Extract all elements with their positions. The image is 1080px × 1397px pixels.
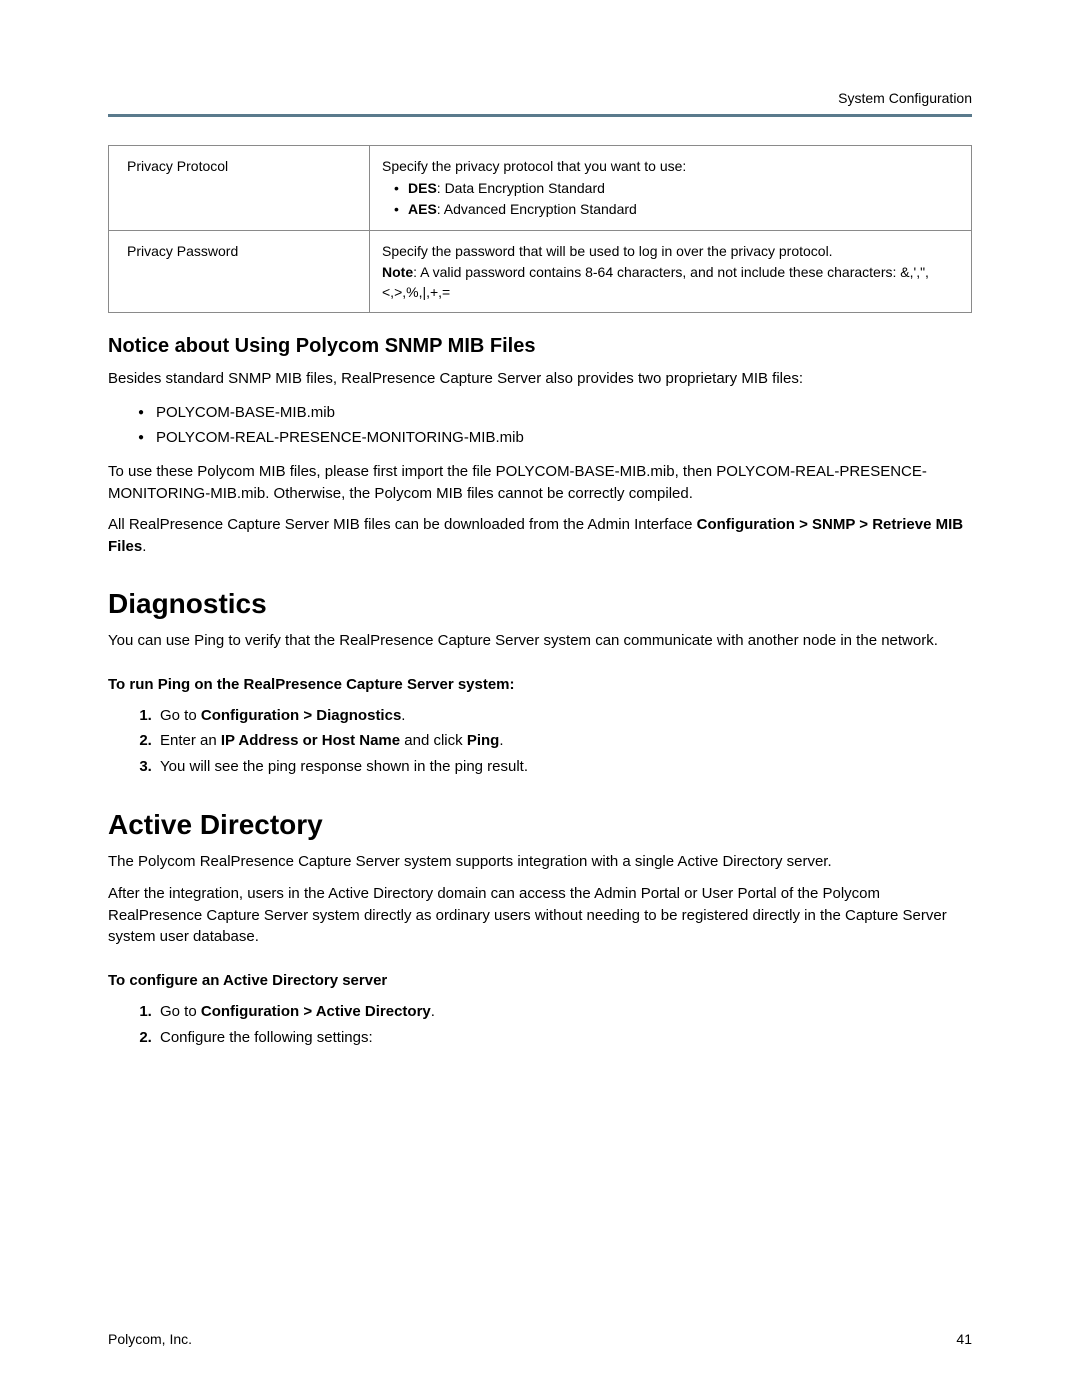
param-desc: Specify the password that will be used t…: [370, 231, 972, 313]
bullet-rest: : Advanced Encryption Standard: [437, 201, 637, 217]
header-rule: [108, 114, 972, 117]
diagnostics-heading: Diagnostics: [108, 588, 972, 620]
param-line: Specify the password that will be used t…: [382, 243, 833, 259]
footer-page-number: 41: [956, 1331, 972, 1347]
list-item: Configure the following settings:: [156, 1025, 972, 1051]
ad-steps: Go to Configuration > Active Directory. …: [108, 999, 972, 1050]
nav-path: Configuration > Diagnostics: [201, 707, 401, 724]
text: All RealPresence Capture Server MIB file…: [108, 516, 697, 533]
text: .: [499, 732, 503, 749]
footer-company: Polycom, Inc.: [108, 1331, 192, 1347]
ad-intro: The Polycom RealPresence Capture Server …: [108, 851, 972, 873]
list-item: POLYCOM-REAL-PRESENCE-MONITORING-MIB.mib: [156, 425, 972, 451]
note-bold: Note: [382, 264, 413, 280]
parameter-table: Privacy Protocol Specify the privacy pro…: [108, 145, 972, 313]
text: and click: [400, 732, 467, 749]
param-label: Privacy Protocol: [109, 146, 370, 231]
diagnostics-intro: You can use Ping to verify that the Real…: [108, 630, 972, 652]
bullet-bold: AES: [408, 201, 437, 217]
mib-intro: Besides standard SNMP MIB files, RealPre…: [108, 368, 972, 390]
param-desc: Specify the privacy protocol that you wa…: [370, 146, 972, 231]
text: .: [142, 538, 146, 555]
diagnostics-steps: Go to Configuration > Diagnostics. Enter…: [108, 703, 972, 780]
active-directory-heading: Active Directory: [108, 809, 972, 841]
list-item: DES: Data Encryption Standard: [408, 178, 959, 199]
list-item: POLYCOM-BASE-MIB.mib: [156, 400, 972, 426]
mib-file-list: POLYCOM-BASE-MIB.mib POLYCOM-REAL-PRESEN…: [108, 400, 972, 451]
diagnostics-task-heading: To run Ping on the RealPresence Capture …: [108, 676, 972, 693]
header-section: System Configuration: [108, 90, 972, 106]
text: Go to: [160, 1003, 201, 1020]
nav-path: Configuration > Active Directory: [201, 1003, 431, 1020]
page: System Configuration Privacy Protocol Sp…: [0, 0, 1080, 1397]
field-name: IP Address or Host Name: [221, 732, 400, 749]
list-item: Enter an IP Address or Host Name and cli…: [156, 728, 972, 754]
text: .: [431, 1003, 435, 1020]
list-item: You will see the ping response shown in …: [156, 754, 972, 780]
param-label: Privacy Password: [109, 231, 370, 313]
table-row: Privacy Password Specify the password th…: [109, 231, 972, 313]
text: Go to: [160, 707, 201, 724]
param-intro: Specify the privacy protocol that you wa…: [382, 158, 686, 174]
mib-heading: Notice about Using Polycom SNMP MIB File…: [108, 335, 972, 358]
bullet-bold: DES: [408, 180, 437, 196]
ad-detail: After the integration, users in the Acti…: [108, 883, 972, 948]
button-name: Ping: [467, 732, 500, 749]
list-item: Go to Configuration > Active Directory.: [156, 999, 972, 1025]
page-footer: Polycom, Inc. 41: [108, 1331, 972, 1347]
table-row: Privacy Protocol Specify the privacy pro…: [109, 146, 972, 231]
list-item: AES: Advanced Encryption Standard: [408, 199, 959, 220]
text: Enter an: [160, 732, 221, 749]
mib-download: All RealPresence Capture Server MIB file…: [108, 514, 972, 558]
mib-usage: To use these Polycom MIB files, please f…: [108, 461, 972, 505]
ad-task-heading: To configure an Active Directory server: [108, 972, 972, 989]
bullet-rest: : Data Encryption Standard: [437, 180, 605, 196]
param-bullets: DES: Data Encryption Standard AES: Advan…: [382, 178, 959, 220]
text: .: [401, 707, 405, 724]
note-rest: : A valid password contains 8-64 charact…: [382, 264, 929, 300]
list-item: Go to Configuration > Diagnostics.: [156, 703, 972, 729]
